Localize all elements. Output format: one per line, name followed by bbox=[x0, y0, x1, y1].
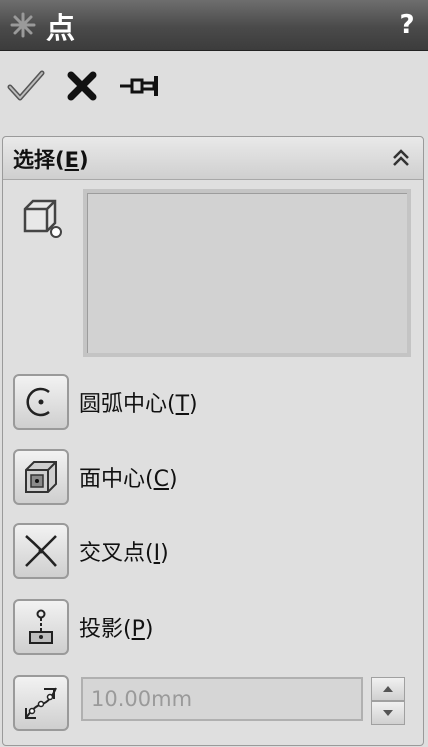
vertex-selection-icon bbox=[23, 199, 62, 238]
selection-group: 选择(E) 圆弧中心(T) 面中心(C) 交叉点(I) 投影(P) 10.00m… bbox=[2, 136, 424, 746]
intersection-label: 交叉点(I) bbox=[79, 541, 169, 566]
face-center-button[interactable] bbox=[13, 449, 69, 505]
property-manager-titlebar: 点 ? bbox=[0, 0, 428, 51]
spin-up-icon bbox=[383, 686, 393, 692]
spin-down-icon bbox=[383, 710, 393, 716]
along-curve-distance-icon bbox=[25, 687, 57, 719]
intersection-icon bbox=[25, 535, 57, 567]
intersection-button[interactable] bbox=[13, 523, 69, 579]
selection-group-title: 选择(E) bbox=[13, 148, 89, 172]
point-feature-icon bbox=[10, 12, 36, 38]
arc-center-button[interactable] bbox=[13, 374, 69, 430]
collapse-chevron-icon[interactable] bbox=[389, 146, 413, 170]
projection-icon bbox=[29, 609, 53, 644]
spin-down-button[interactable] bbox=[371, 701, 405, 725]
panel-title: 点 bbox=[46, 11, 77, 45]
face-center-icon bbox=[25, 461, 57, 493]
arc-center-icon bbox=[26, 387, 50, 417]
selection-group-header[interactable]: 选择(E) bbox=[3, 137, 423, 180]
keep-visible-button[interactable] bbox=[118, 66, 162, 106]
selection-listbox[interactable] bbox=[83, 189, 411, 357]
help-icon: ? bbox=[399, 10, 415, 40]
x-icon bbox=[67, 71, 97, 101]
arc-center-label: 圆弧中心(T) bbox=[79, 392, 198, 417]
pushpin-icon bbox=[120, 76, 158, 96]
ok-button[interactable] bbox=[4, 66, 48, 106]
help-button[interactable]: ? bbox=[392, 9, 422, 41]
distance-input[interactable] bbox=[81, 677, 363, 721]
face-center-label: 面中心(C) bbox=[79, 467, 178, 492]
option-arc-center[interactable]: 圆弧中心(T) bbox=[13, 374, 313, 430]
option-face-center[interactable]: 面中心(C) bbox=[13, 449, 313, 505]
option-projection[interactable]: 投影(P) bbox=[13, 599, 313, 655]
action-toolbar bbox=[0, 56, 428, 120]
cancel-button[interactable] bbox=[60, 66, 104, 106]
spin-up-button[interactable] bbox=[371, 677, 405, 701]
projection-label: 投影(P) bbox=[79, 617, 154, 642]
option-intersection[interactable]: 交叉点(I) bbox=[13, 523, 313, 579]
distance-button[interactable] bbox=[13, 675, 69, 731]
projection-button[interactable] bbox=[13, 599, 69, 655]
checkmark-icon bbox=[7, 70, 45, 101]
